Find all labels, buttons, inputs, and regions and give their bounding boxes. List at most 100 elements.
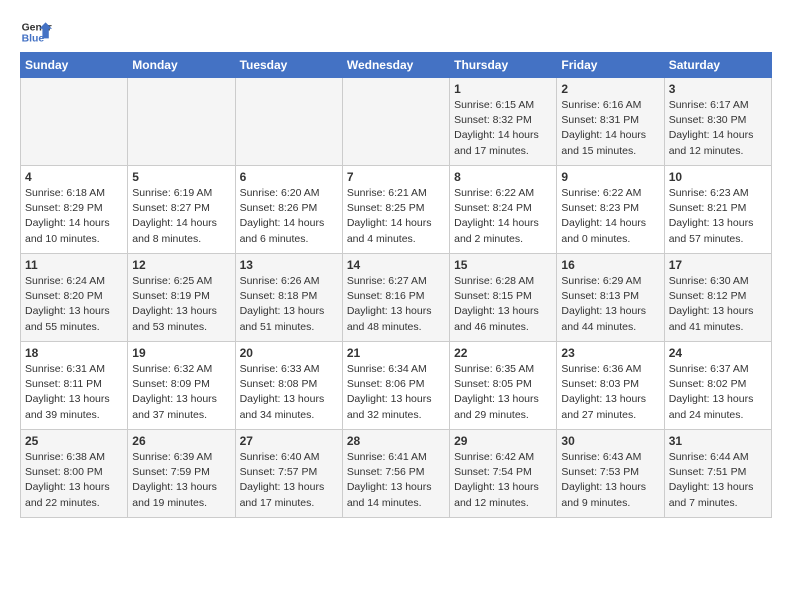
calendar-cell: 18 Sunrise: 6:31 AM Sunset: 8:11 PM Dayli…: [21, 342, 128, 430]
day-number: 31: [669, 434, 767, 448]
calendar-cell: 4 Sunrise: 6:18 AM Sunset: 8:29 PM Daylig…: [21, 166, 128, 254]
calendar-cell: 9Sunrise: 6:22 AM Sunset: 8:23 PM Daylig…: [557, 166, 664, 254]
calendar-cell: 25Sunrise: 6:38 AM Sunset: 8:00 PM Dayli…: [21, 430, 128, 518]
day-content: Sunrise: 6:18 AM Sunset: 8:29 PM Dayligh…: [25, 186, 123, 247]
day-number: 24: [669, 346, 767, 360]
calendar-cell: 11 Sunrise: 6:24 AM Sunset: 8:20 PM Dayli…: [21, 254, 128, 342]
day-number: 23: [561, 346, 659, 360]
day-content: Sunrise: 6:22 AM Sunset: 8:23 PM Dayligh…: [561, 186, 659, 247]
weekday-header-friday: Friday: [557, 53, 664, 78]
calendar-cell: 14Sunrise: 6:27 AM Sunset: 8:16 PM Dayli…: [342, 254, 449, 342]
day-number: 8: [454, 170, 552, 184]
weekday-header-sunday: Sunday: [21, 53, 128, 78]
day-content: Sunrise: 6:32 AM Sunset: 8:09 PM Dayligh…: [132, 362, 230, 423]
day-number: 17: [669, 258, 767, 272]
weekday-header-saturday: Saturday: [664, 53, 771, 78]
svg-text:Blue: Blue: [22, 34, 45, 45]
day-content: Sunrise: 6:33 AM Sunset: 8:08 PM Dayligh…: [240, 362, 338, 423]
calendar-cell: 15Sunrise: 6:28 AM Sunset: 8:15 PM Dayli…: [450, 254, 557, 342]
calendar-cell: 30Sunrise: 6:43 AM Sunset: 7:53 PM Dayli…: [557, 430, 664, 518]
day-number: 2: [561, 82, 659, 96]
calendar-cell: 24 Sunrise: 6:37 AM Sunset: 8:02 PM Dayli…: [664, 342, 771, 430]
day-content: Sunrise: 6:31 AM Sunset: 8:11 PM Dayligh…: [25, 362, 123, 423]
weekday-header-wednesday: Wednesday: [342, 53, 449, 78]
calendar-week-row: 11 Sunrise: 6:24 AM Sunset: 8:20 PM Dayli…: [21, 254, 772, 342]
calendar-cell: 26 Sunrise: 6:39 AM Sunset: 7:59 PM Dayli…: [128, 430, 235, 518]
calendar-cell: 2 Sunrise: 6:16 AM Sunset: 8:31 PM Daylig…: [557, 78, 664, 166]
weekday-header-monday: Monday: [128, 53, 235, 78]
calendar-cell: 3 Sunrise: 6:17 AM Sunset: 8:30 PM Daylig…: [664, 78, 771, 166]
day-number: 26: [132, 434, 230, 448]
day-number: 25: [25, 434, 123, 448]
calendar-week-row: 18 Sunrise: 6:31 AM Sunset: 8:11 PM Dayli…: [21, 342, 772, 430]
logo-icon: General Blue: [20, 16, 52, 48]
calendar-cell: 17Sunrise: 6:30 AM Sunset: 8:12 PM Dayli…: [664, 254, 771, 342]
day-number: 6: [240, 170, 338, 184]
day-content: Sunrise: 6:43 AM Sunset: 7:53 PM Dayligh…: [561, 450, 659, 511]
calendar-week-row: 1 Sunrise: 6:15 AM Sunset: 8:32 PM Daylig…: [21, 78, 772, 166]
day-content: Sunrise: 6:37 AM Sunset: 8:02 PM Dayligh…: [669, 362, 767, 423]
calendar-cell: [342, 78, 449, 166]
calendar-cell: [128, 78, 235, 166]
day-content: Sunrise: 6:23 AM Sunset: 8:21 PM Dayligh…: [669, 186, 767, 247]
day-number: 5: [132, 170, 230, 184]
day-number: 20: [240, 346, 338, 360]
day-number: 28: [347, 434, 445, 448]
calendar-cell: 21 Sunrise: 6:34 AM Sunset: 8:06 PM Dayli…: [342, 342, 449, 430]
calendar-cell: 1 Sunrise: 6:15 AM Sunset: 8:32 PM Daylig…: [450, 78, 557, 166]
day-content: Sunrise: 6:15 AM Sunset: 8:32 PM Dayligh…: [454, 98, 552, 159]
day-number: 27: [240, 434, 338, 448]
logo: General Blue: [20, 16, 52, 48]
calendar-cell: 28 Sunrise: 6:41 AM Sunset: 7:56 PM Dayli…: [342, 430, 449, 518]
calendar-cell: 8 Sunrise: 6:22 AM Sunset: 8:24 PM Daylig…: [450, 166, 557, 254]
day-content: Sunrise: 6:16 AM Sunset: 8:31 PM Dayligh…: [561, 98, 659, 159]
calendar-cell: 19 Sunrise: 6:32 AM Sunset: 8:09 PM Dayli…: [128, 342, 235, 430]
calendar-cell: 22 Sunrise: 6:35 AM Sunset: 8:05 PM Dayli…: [450, 342, 557, 430]
calendar-week-row: 25Sunrise: 6:38 AM Sunset: 8:00 PM Dayli…: [21, 430, 772, 518]
calendar-cell: 20 Sunrise: 6:33 AM Sunset: 8:08 PM Dayli…: [235, 342, 342, 430]
day-number: 22: [454, 346, 552, 360]
day-content: Sunrise: 6:22 AM Sunset: 8:24 PM Dayligh…: [454, 186, 552, 247]
day-content: Sunrise: 6:35 AM Sunset: 8:05 PM Dayligh…: [454, 362, 552, 423]
day-number: 14: [347, 258, 445, 272]
day-content: Sunrise: 6:25 AM Sunset: 8:19 PM Dayligh…: [132, 274, 230, 335]
calendar-cell: 23 Sunrise: 6:36 AM Sunset: 8:03 PM Dayli…: [557, 342, 664, 430]
calendar-cell: [21, 78, 128, 166]
day-content: Sunrise: 6:19 AM Sunset: 8:27 PM Dayligh…: [132, 186, 230, 247]
day-number: 10: [669, 170, 767, 184]
weekday-header-row: SundayMondayTuesdayWednesdayThursdayFrid…: [21, 53, 772, 78]
calendar-cell: 5 Sunrise: 6:19 AM Sunset: 8:27 PM Daylig…: [128, 166, 235, 254]
day-content: Sunrise: 6:44 AM Sunset: 7:51 PM Dayligh…: [669, 450, 767, 511]
calendar-week-row: 4 Sunrise: 6:18 AM Sunset: 8:29 PM Daylig…: [21, 166, 772, 254]
day-number: 29: [454, 434, 552, 448]
day-number: 15: [454, 258, 552, 272]
day-content: Sunrise: 6:36 AM Sunset: 8:03 PM Dayligh…: [561, 362, 659, 423]
calendar-table: SundayMondayTuesdayWednesdayThursdayFrid…: [20, 52, 772, 518]
day-content: Sunrise: 6:34 AM Sunset: 8:06 PM Dayligh…: [347, 362, 445, 423]
day-number: 3: [669, 82, 767, 96]
day-number: 11: [25, 258, 123, 272]
day-number: 19: [132, 346, 230, 360]
day-content: Sunrise: 6:39 AM Sunset: 7:59 PM Dayligh…: [132, 450, 230, 511]
day-number: 7: [347, 170, 445, 184]
day-content: Sunrise: 6:17 AM Sunset: 8:30 PM Dayligh…: [669, 98, 767, 159]
day-content: Sunrise: 6:29 AM Sunset: 8:13 PM Dayligh…: [561, 274, 659, 335]
day-content: Sunrise: 6:21 AM Sunset: 8:25 PM Dayligh…: [347, 186, 445, 247]
calendar-cell: 6Sunrise: 6:20 AM Sunset: 8:26 PM Daylig…: [235, 166, 342, 254]
calendar-cell: 12Sunrise: 6:25 AM Sunset: 8:19 PM Dayli…: [128, 254, 235, 342]
day-number: 21: [347, 346, 445, 360]
weekday-header-tuesday: Tuesday: [235, 53, 342, 78]
day-content: Sunrise: 6:42 AM Sunset: 7:54 PM Dayligh…: [454, 450, 552, 511]
calendar-cell: 31 Sunrise: 6:44 AM Sunset: 7:51 PM Dayli…: [664, 430, 771, 518]
calendar-cell: 29 Sunrise: 6:42 AM Sunset: 7:54 PM Dayli…: [450, 430, 557, 518]
day-number: 1: [454, 82, 552, 96]
calendar-cell: 13Sunrise: 6:26 AM Sunset: 8:18 PM Dayli…: [235, 254, 342, 342]
day-content: Sunrise: 6:24 AM Sunset: 8:20 PM Dayligh…: [25, 274, 123, 335]
day-number: 4: [25, 170, 123, 184]
calendar-cell: 16 Sunrise: 6:29 AM Sunset: 8:13 PM Dayli…: [557, 254, 664, 342]
day-number: 16: [561, 258, 659, 272]
day-content: Sunrise: 6:41 AM Sunset: 7:56 PM Dayligh…: [347, 450, 445, 511]
calendar-cell: [235, 78, 342, 166]
day-number: 18: [25, 346, 123, 360]
day-number: 13: [240, 258, 338, 272]
